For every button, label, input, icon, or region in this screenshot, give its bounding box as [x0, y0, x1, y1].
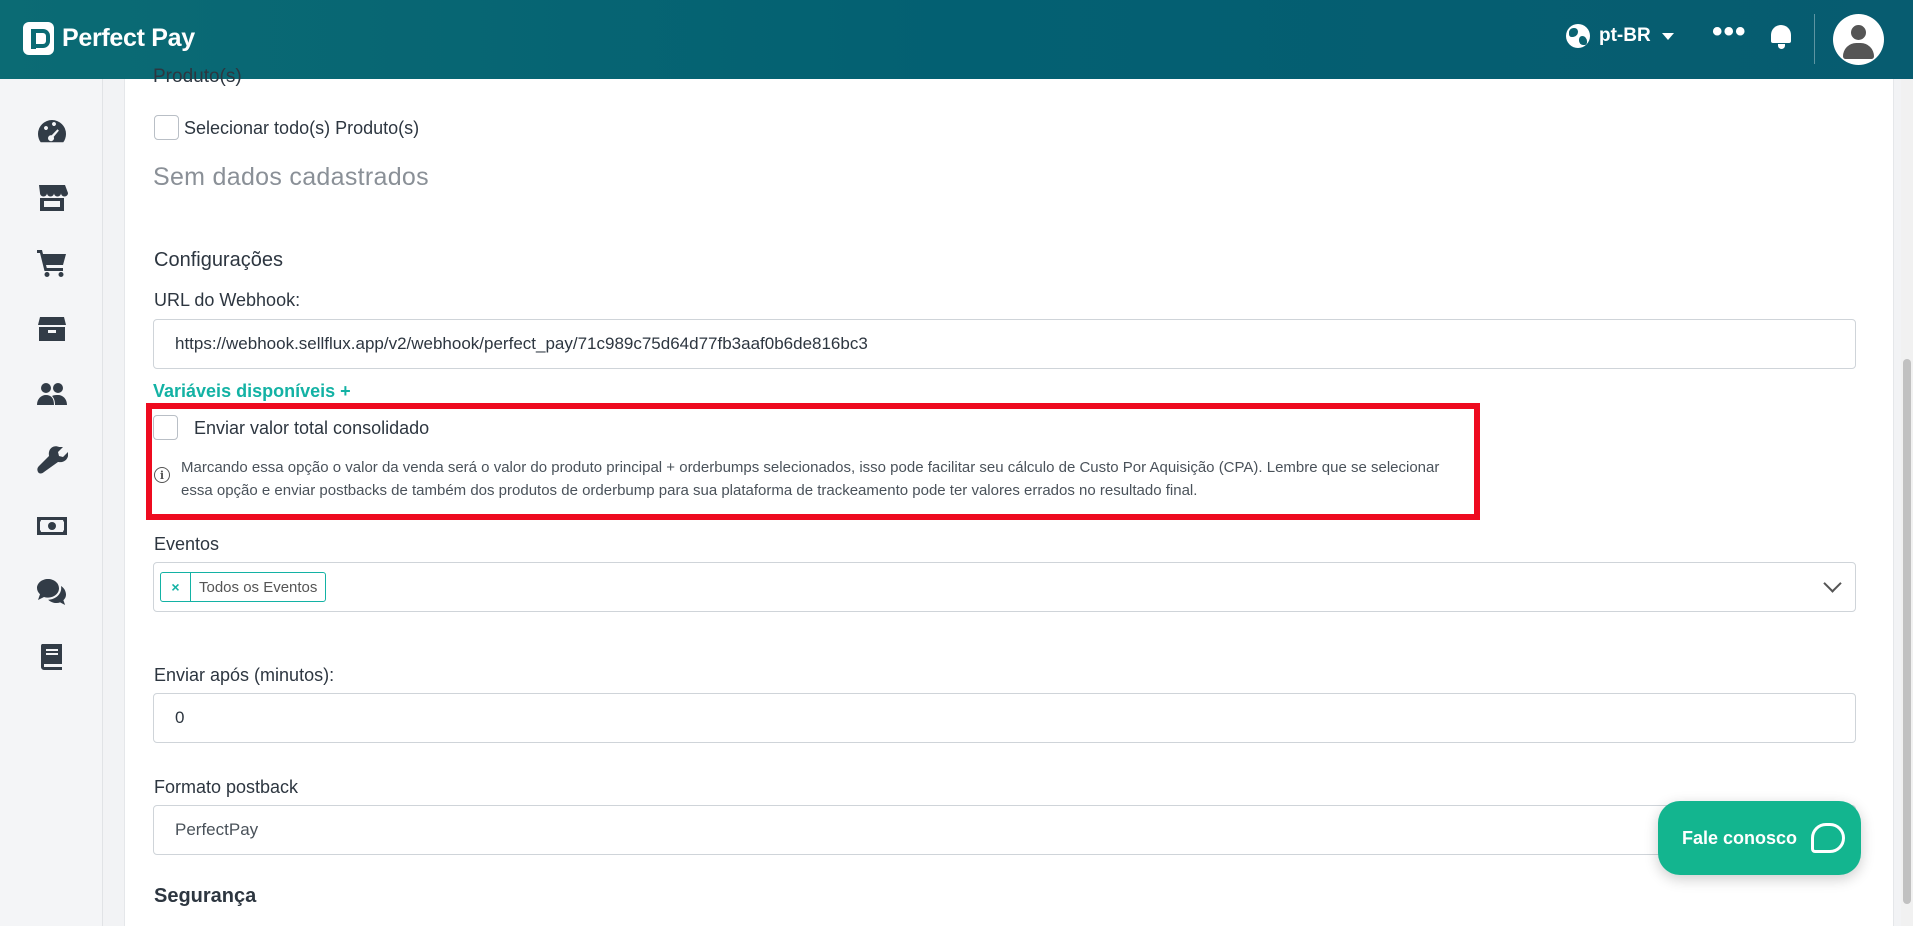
ellipsis-icon[interactable]: •••	[1712, 17, 1747, 47]
select-all-products-checkbox[interactable]	[154, 115, 179, 140]
sidebar-item-tools[interactable]	[30, 440, 74, 480]
info-icon: i	[154, 467, 170, 483]
products-heading: Produto(s)	[153, 66, 242, 87]
chat-icon	[37, 579, 66, 605]
security-heading: Segurança	[154, 885, 257, 907]
dashboard-gauge-icon	[38, 120, 66, 143]
sidebar-item-finance[interactable]	[30, 506, 74, 546]
logo-text: Perfect Pay	[62, 24, 195, 52]
sidebar-item-users[interactable]	[30, 374, 74, 414]
wrench-icon	[37, 446, 68, 474]
webhook-url-label: URL do Webhook:	[154, 290, 301, 310]
postback-format-select[interactable]: PerfectPay	[153, 805, 1856, 855]
sidebar	[0, 79, 103, 926]
user-avatar-icon[interactable]	[1833, 14, 1884, 65]
empty-message: Sem dados cadastrados	[153, 163, 429, 191]
postback-format-label: Formato postback	[154, 777, 299, 797]
sidebar-item-docs[interactable]	[30, 637, 74, 677]
tag-remove-icon[interactable]: ×	[161, 573, 191, 601]
page-scrollbar[interactable]	[1901, 79, 1913, 926]
caret-down-icon	[1661, 32, 1674, 40]
sidebar-item-cart[interactable]	[30, 243, 74, 283]
book-icon	[40, 644, 62, 670]
box-icon	[38, 317, 66, 341]
event-tag: × Todos os Eventos	[160, 572, 327, 602]
sidebar-item-products[interactable]	[30, 309, 74, 349]
money-icon	[37, 517, 67, 535]
delay-label: Enviar após (minutos):	[154, 665, 335, 685]
logo-mark-icon	[23, 22, 54, 55]
cart-icon	[37, 250, 66, 277]
globe-icon	[1566, 24, 1590, 48]
contact-chat-button[interactable]: Fale conosco	[1658, 801, 1861, 875]
bell-icon[interactable]	[1771, 25, 1791, 49]
postback-format-value: PerfectPay	[175, 820, 259, 839]
variables-link[interactable]: Variáveis disponíveis +	[153, 381, 351, 402]
events-label: Eventos	[154, 534, 220, 554]
users-icon	[37, 383, 67, 405]
consolidated-info-text: Marcando essa opção o valor da venda ser…	[181, 459, 1440, 499]
settings-heading: Configurações	[154, 249, 283, 271]
consolidated-value-checkbox[interactable]	[153, 415, 178, 440]
scrollbar-thumb[interactable]	[1903, 359, 1911, 904]
speech-bubble-icon	[1811, 823, 1846, 853]
event-tag-label: Todos os Eventos	[199, 578, 318, 596]
divider	[1814, 14, 1815, 64]
chat-button-label: Fale conosco	[1682, 827, 1798, 848]
select-all-products-label[interactable]: Selecionar todo(s) Produto(s)	[184, 118, 419, 139]
store-icon	[39, 185, 68, 211]
sidebar-item-store[interactable]	[30, 178, 74, 218]
language-selector[interactable]: pt-BR	[1566, 24, 1674, 48]
delay-value: 0	[175, 708, 185, 727]
sidebar-item-messages[interactable]	[30, 571, 74, 611]
events-select[interactable]: × Todos os Eventos	[153, 562, 1856, 612]
webhook-url-value: https://webhook.sellflux.app/v2/webhook/…	[175, 334, 868, 353]
sidebar-item-dashboard[interactable]	[30, 112, 74, 152]
chevron-down-icon[interactable]	[1823, 574, 1842, 593]
delay-input[interactable]: 0	[153, 693, 1856, 743]
top-navbar: Perfect Pay pt-BR •••	[0, 0, 1913, 79]
language-label: pt-BR	[1599, 25, 1651, 46]
consolidated-value-label[interactable]: Enviar valor total consolidado	[194, 418, 429, 439]
logo[interactable]: Perfect Pay	[23, 22, 195, 55]
webhook-url-input[interactable]: https://webhook.sellflux.app/v2/webhook/…	[153, 319, 1856, 369]
